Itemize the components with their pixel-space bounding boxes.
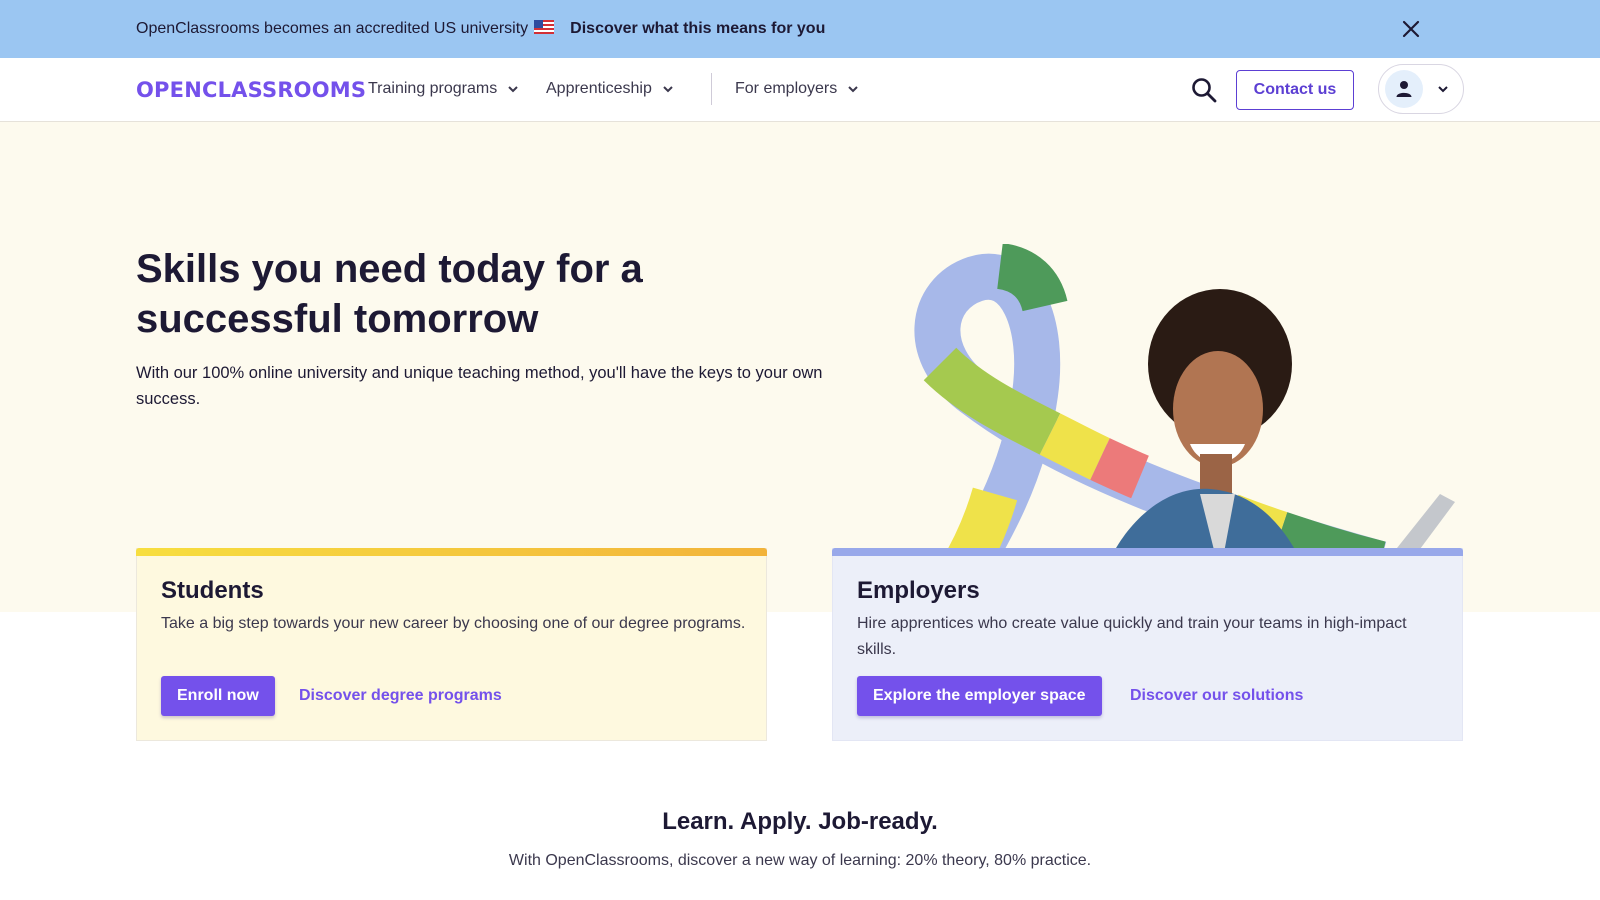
us-flag-icon (534, 19, 555, 39)
enroll-now-button[interactable]: Enroll now (161, 676, 275, 716)
card-text: Take a big step towards your new career … (161, 615, 746, 632)
announcement-link[interactable]: Discover what this means for you (570, 20, 825, 38)
card-title: Employers (857, 577, 980, 604)
chevron-down-icon (663, 86, 673, 93)
employers-card: Employers Hire apprentices who create va… (832, 548, 1463, 741)
explore-employer-space-button[interactable]: Explore the employer space (857, 676, 1102, 716)
hero-subtitle: With our 100% online university and uniq… (136, 364, 823, 408)
main-nav: OPENCLASSROOMS Training programs Apprent… (0, 58, 1600, 122)
students-card: Students Take a big step towards your ne… (136, 548, 767, 741)
close-icon[interactable] (1400, 18, 1422, 40)
announcement-bar: OpenClassrooms becomes an accredited US … (0, 0, 1600, 58)
nav-item-apprenticeship[interactable]: Apprenticeship (546, 80, 674, 98)
discover-degree-programs-link[interactable]: Discover degree programs (299, 676, 502, 716)
nav-item-label: For employers (735, 80, 838, 97)
search-icon[interactable] (1190, 76, 1218, 104)
nav-item-training-programs[interactable]: Training programs (368, 80, 519, 98)
chevron-down-icon (1438, 86, 1448, 93)
contact-us-button[interactable]: Contact us (1236, 70, 1354, 110)
card-title: Students (161, 577, 264, 604)
hero-title: Skills you need today for a successful t… (136, 247, 643, 341)
hero-section: Skills you need today for a successful t… (0, 122, 1600, 670)
account-menu-button[interactable] (1378, 64, 1464, 114)
announcement-message: OpenClassrooms becomes an accredited US … (136, 20, 529, 37)
card-accent-bar (136, 548, 767, 556)
chevron-down-icon (848, 86, 858, 93)
section-subtitle: With OpenClassrooms, discover a new way … (508, 852, 1092, 869)
avatar (1385, 70, 1423, 108)
nav-item-label: Training programs (368, 80, 498, 97)
nav-item-for-employers[interactable]: For employers (735, 80, 859, 98)
section-title: Learn. Apply. Job-ready. (662, 808, 938, 835)
card-text: Hire apprentices who create value quickl… (857, 615, 1407, 658)
chevron-down-icon (508, 86, 518, 93)
discover-our-solutions-link[interactable]: Discover our solutions (1130, 676, 1303, 716)
nav-item-label: Apprenticeship (546, 80, 652, 97)
card-accent-bar (832, 548, 1463, 556)
logo[interactable]: OPENCLASSROOMS (136, 78, 366, 102)
nav-divider (711, 73, 712, 105)
user-icon (1396, 81, 1412, 97)
